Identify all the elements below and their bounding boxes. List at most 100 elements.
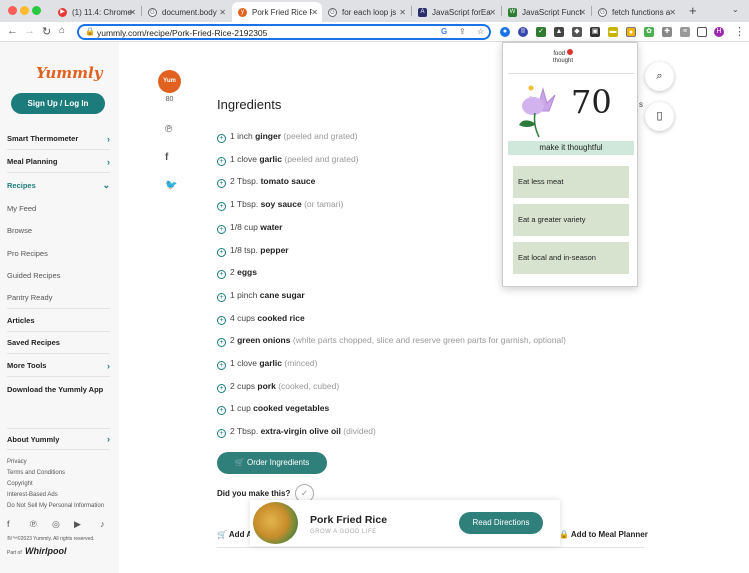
extension-icon[interactable]: ▬ bbox=[608, 27, 618, 37]
tab-youtube[interactable]: ▶ (1) 11.4: Chrome ✕ bbox=[52, 2, 140, 22]
ingredient-row[interactable]: +1 clove garlic (minced) bbox=[217, 358, 317, 370]
maximize-window-button[interactable] bbox=[32, 6, 41, 15]
close-tab-icon[interactable]: ✕ bbox=[489, 8, 496, 17]
ingredient-row[interactable]: +2 green onions (white parts chopped, sl… bbox=[217, 335, 566, 348]
new-tab-button[interactable]: + bbox=[689, 3, 697, 18]
facebook-icon[interactable]: f bbox=[7, 519, 10, 529]
ingredient-row[interactable]: +1 inch ginger (peeled and grated) bbox=[217, 131, 358, 143]
ingredient-row[interactable]: +1 pinch cane sugar bbox=[217, 290, 305, 302]
pinterest-icon[interactable]: ℗ bbox=[30, 519, 37, 529]
nav-pantry-ready[interactable]: Pantry Ready bbox=[7, 287, 110, 309]
profile-avatar[interactable]: H bbox=[714, 27, 724, 37]
ingredient-row[interactable]: +2 cups pork (cooked, cubed) bbox=[217, 381, 339, 393]
recipe-card-icon[interactable]: ▯ bbox=[645, 102, 674, 131]
tab-javascript-functions[interactable]: W JavaScript Functi ✕ bbox=[502, 2, 590, 22]
ingredient-row[interactable]: +2 Tbsp. extra-virgin olive oil (divided… bbox=[217, 426, 376, 439]
nav-recipes[interactable]: Recipes ⌄ bbox=[7, 174, 110, 196]
add-ingredient-icon[interactable]: + bbox=[217, 224, 226, 234]
youtube-icon[interactable]: ▶ bbox=[74, 519, 81, 530]
ingredient-row[interactable]: +4 cups cooked rice bbox=[217, 313, 305, 325]
add-ingredient-icon[interactable]: + bbox=[217, 361, 226, 370]
tab-pork-fried-rice[interactable]: y Pork Fried Rice R ✕ bbox=[232, 2, 322, 22]
twitter-share-icon[interactable]: 🐦 bbox=[165, 180, 177, 191]
tab-javascript-foreach[interactable]: A JavaScript forEa ✕ bbox=[412, 2, 500, 22]
back-arrow-icon[interactable]: ← bbox=[7, 25, 18, 37]
close-window-button[interactable] bbox=[8, 6, 17, 15]
ingredient-row[interactable]: +2 eggs bbox=[217, 267, 257, 280]
add-ingredient-icon[interactable]: + bbox=[217, 315, 226, 325]
extension-icon[interactable]: II bbox=[518, 27, 528, 37]
nav-guided-recipes[interactable]: Guided Recipes bbox=[7, 264, 110, 286]
ingredient-row[interactable]: +2 Tbsp. tomato sauce bbox=[217, 176, 315, 189]
extension-icon[interactable]: ▲ bbox=[554, 27, 564, 37]
yummly-logo[interactable]: Yummly bbox=[36, 64, 102, 82]
yum-button[interactable]: Yum bbox=[158, 70, 181, 93]
close-tab-icon[interactable]: ✕ bbox=[311, 8, 318, 17]
nav-download-app[interactable]: Download the Yummly App bbox=[7, 378, 110, 400]
nav-my-feed[interactable]: My Feed bbox=[7, 197, 110, 219]
share-icon[interactable]: ⇪ bbox=[459, 27, 466, 36]
whirlpool-logo[interactable]: Whirlpool bbox=[25, 546, 67, 556]
add-ingredient-icon[interactable]: + bbox=[217, 338, 226, 348]
add-ingredient-icon[interactable]: + bbox=[217, 429, 226, 439]
tab-document-body[interactable]: G document.body ✕ bbox=[142, 2, 230, 22]
nav-pro-recipes[interactable]: Pro Recipes bbox=[7, 242, 110, 264]
extension-icon[interactable]: ✓ bbox=[536, 27, 546, 37]
close-tab-icon[interactable]: ✕ bbox=[219, 8, 226, 17]
forward-arrow-icon[interactable]: → bbox=[24, 25, 35, 37]
read-directions-button[interactable]: Read Directions bbox=[459, 512, 543, 534]
interest-based-ads-link[interactable]: Interest-Based Ads bbox=[7, 492, 58, 498]
extension-icon[interactable]: ▣ bbox=[590, 27, 600, 37]
ingredient-row[interactable]: +1 cup cooked vegetables bbox=[217, 403, 329, 416]
nav-meal-planning[interactable]: Meal Planning › bbox=[7, 151, 110, 173]
goal-eat-less-meat[interactable]: Eat less meat bbox=[513, 166, 629, 198]
add-ingredient-icon[interactable]: + bbox=[217, 383, 226, 393]
do-not-sell-link[interactable]: Do Not Sell My Personal Information bbox=[7, 503, 104, 509]
tab-fetch-functions[interactable]: G fetch functions a ✕ bbox=[592, 2, 680, 22]
close-tab-icon[interactable]: ✕ bbox=[669, 8, 676, 17]
pinterest-share-icon[interactable]: ℗ bbox=[165, 124, 172, 135]
google-lens-icon[interactable]: G bbox=[441, 27, 447, 36]
add-ingredient-icon[interactable]: + bbox=[217, 202, 226, 212]
extensions-puzzle-icon[interactable]: ✚ bbox=[662, 27, 672, 37]
nav-saved-recipes[interactable]: Saved Recipes bbox=[7, 332, 110, 354]
terms-link[interactable]: Terms and Conditions bbox=[7, 470, 65, 476]
close-tab-icon[interactable]: ✕ bbox=[399, 8, 406, 17]
lock-icon[interactable]: 🔒 bbox=[85, 27, 95, 36]
minimize-window-button[interactable] bbox=[20, 6, 29, 15]
nav-smart-thermometer[interactable]: Smart Thermometer › bbox=[7, 128, 110, 150]
ingredient-row[interactable]: +1/8 cup water bbox=[217, 222, 282, 234]
add-ingredient-icon[interactable]: + bbox=[217, 292, 226, 302]
ingredient-row[interactable]: +1 Tbsp. soy sauce (or tamari) bbox=[217, 199, 343, 212]
nav-more-tools[interactable]: More Tools › bbox=[7, 355, 110, 377]
order-ingredients-button[interactable]: 🛒 Order Ingredients bbox=[217, 452, 327, 474]
bookmark-star-icon[interactable]: ☆ bbox=[477, 27, 484, 36]
tab-search-chevron-icon[interactable]: ⌄ bbox=[732, 5, 739, 14]
kebab-menu-icon[interactable]: ⋮ bbox=[734, 25, 745, 38]
signup-login-button[interactable]: Sign Up / Log In bbox=[11, 93, 105, 114]
goal-eat-local[interactable]: Eat local and in-season bbox=[513, 242, 629, 274]
extension-icon[interactable]: ● bbox=[500, 27, 510, 37]
copyright-link[interactable]: Copyright bbox=[7, 481, 33, 487]
close-tab-icon[interactable]: ✕ bbox=[579, 8, 586, 17]
add-ingredient-icon[interactable]: + bbox=[217, 156, 226, 166]
goal-eat-greater-variety[interactable]: Eat a greater variety bbox=[513, 204, 629, 236]
instagram-icon[interactable]: ◎ bbox=[52, 519, 60, 530]
side-panel-icon[interactable] bbox=[697, 27, 707, 37]
facebook-share-icon[interactable]: f bbox=[165, 152, 168, 163]
add-ingredient-icon[interactable]: + bbox=[217, 247, 226, 257]
tab-for-each-loop[interactable]: G for each loop js ✕ bbox=[322, 2, 410, 22]
add-to-meal-planner-button[interactable]: 🔒 Add to Meal Planner bbox=[559, 530, 648, 539]
food-for-thought-extension-icon[interactable]: ● bbox=[626, 27, 636, 37]
add-ingredient-icon[interactable]: + bbox=[217, 406, 226, 416]
privacy-link[interactable]: Privacy bbox=[7, 459, 27, 465]
address-bar[interactable]: 🔒 yummly.com/recipe/Pork-Fried-Rice-2192… bbox=[77, 24, 491, 40]
tiktok-icon[interactable]: ♪ bbox=[100, 519, 105, 529]
reading-list-icon[interactable]: ≡ bbox=[680, 27, 690, 37]
search-icon[interactable]: ⌕ bbox=[645, 62, 674, 91]
add-ingredient-icon[interactable]: + bbox=[217, 179, 226, 189]
home-icon[interactable]: ⌂ bbox=[59, 25, 65, 36]
add-ingredient-icon[interactable]: + bbox=[217, 134, 226, 143]
url-text[interactable]: yummly.com/recipe/Pork-Fried-Rice-219230… bbox=[97, 28, 267, 38]
extension-icon[interactable]: ✿ bbox=[644, 27, 654, 37]
